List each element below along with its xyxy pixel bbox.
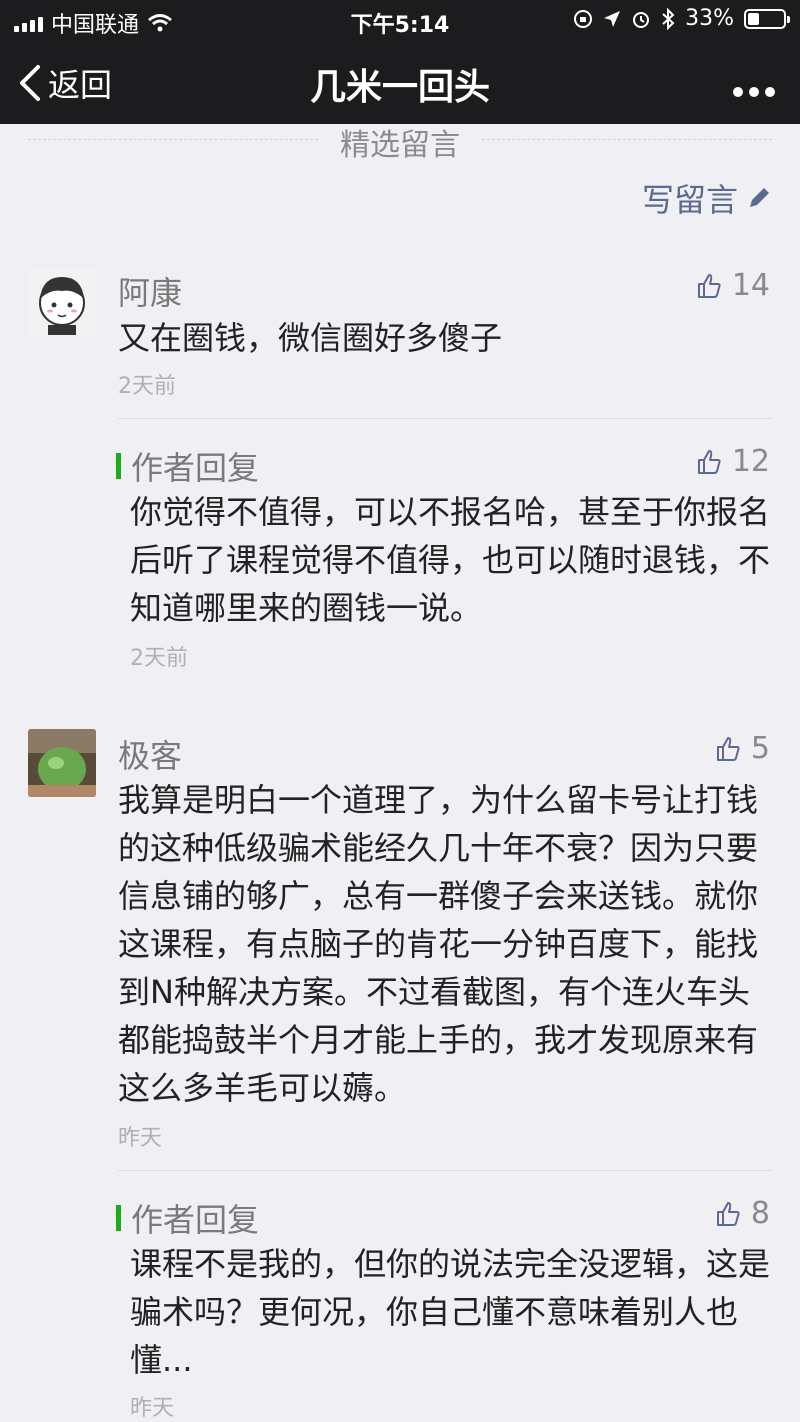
comment-time: 昨天 bbox=[118, 1126, 163, 1151]
reply-like-count: 8 bbox=[750, 1196, 770, 1231]
reply-indicator bbox=[116, 1205, 121, 1231]
like-count: 5 bbox=[750, 731, 770, 766]
location-icon bbox=[604, 10, 621, 27]
author-reply-time: 2天前 bbox=[130, 646, 188, 671]
author-reply-header: 作者回复 bbox=[116, 443, 259, 489]
bluetooth-icon bbox=[662, 7, 675, 30]
alarm-icon bbox=[633, 11, 650, 28]
comment-author: 阿康 bbox=[118, 274, 183, 312]
divider bbox=[118, 418, 772, 419]
section-header: 精选留言 bbox=[0, 120, 800, 164]
orientation-lock-icon bbox=[574, 9, 593, 28]
page-title: 几米一回头 bbox=[309, 67, 490, 108]
avatar bbox=[28, 267, 96, 335]
battery-icon bbox=[744, 8, 790, 29]
reply-like-button[interactable]: 8 bbox=[715, 1196, 770, 1231]
author-reply-label: 作者回复 bbox=[131, 1201, 260, 1239]
thumbs-up-icon bbox=[716, 1201, 740, 1226]
thumbs-up-icon bbox=[716, 736, 740, 761]
author-reply-text: 课程不是我的，但你的说法完全没逻辑，这是骗术吗？更何况，你自己懂不意味着别人也懂… bbox=[130, 1245, 771, 1379]
author-reply-header: 作者回复 bbox=[116, 1195, 259, 1241]
comment-time: 2天前 bbox=[118, 374, 176, 399]
more-button[interactable] bbox=[732, 62, 776, 108]
battery-percent: 33% bbox=[685, 6, 734, 31]
avatar-cartoon-boy bbox=[28, 267, 96, 335]
comment-author: 极客 bbox=[118, 737, 183, 775]
status-bar: 中国联通 下午5:14 33% bbox=[0, 0, 800, 40]
reply-like-button[interactable]: 12 bbox=[696, 444, 770, 479]
comment-text: 又在圈钱，微信圈好多傻子 bbox=[118, 319, 503, 357]
like-button[interactable]: 14 bbox=[696, 268, 770, 303]
author-reply-label: 作者回复 bbox=[131, 449, 260, 487]
status-right: 33% bbox=[573, 6, 790, 31]
section-title: 精选留言 bbox=[340, 128, 460, 163]
author-reply-text: 你觉得不值得，可以不报名哈，甚至于你报名后听了课程觉得不值得，也可以随时退钱，不… bbox=[130, 493, 771, 627]
divider bbox=[118, 1170, 772, 1171]
like-count: 14 bbox=[731, 268, 770, 303]
comment-text: 我算是明白一个道理了，为什么留卡号让打钱的这种低级骗术能经久几十年不衰？因为只要… bbox=[118, 781, 759, 1107]
reply-like-count: 12 bbox=[731, 444, 770, 479]
thumbs-up-icon bbox=[697, 449, 721, 474]
avatar-green-apple bbox=[28, 729, 96, 797]
more-icon bbox=[733, 87, 775, 97]
thumbs-up-icon bbox=[697, 273, 721, 298]
nav-bar: 返回 几米一回头 bbox=[0, 40, 800, 124]
pencil-icon bbox=[750, 188, 769, 207]
author-reply-time: 昨天 bbox=[130, 1396, 175, 1421]
reply-indicator bbox=[116, 453, 121, 479]
write-comment-label: 写留言 bbox=[641, 181, 738, 219]
like-button[interactable]: 5 bbox=[715, 731, 770, 766]
write-comment-button[interactable]: 写留言 bbox=[642, 175, 772, 221]
avatar bbox=[28, 729, 96, 797]
